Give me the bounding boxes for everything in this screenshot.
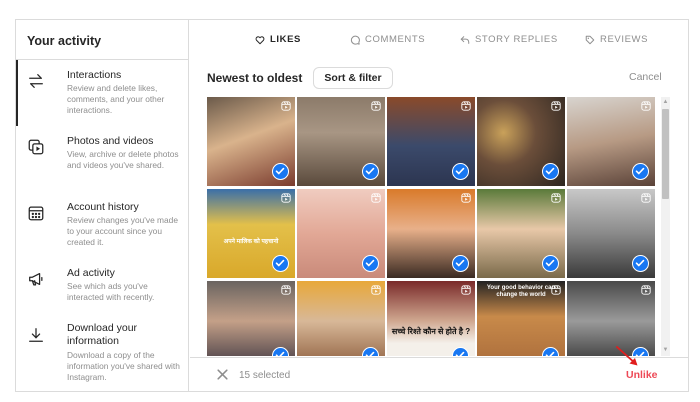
sidebar-item-label: Ad activity [67,267,115,279]
liked-post-tile[interactable] [567,189,655,278]
selected-check-icon[interactable] [362,255,379,272]
reel-icon [461,101,471,111]
sidebar-item-photos-videos[interactable]: Photos and videos View, archive or delet… [16,126,189,190]
sidebar-item-label: Photos and videos [67,135,154,147]
scroll-down-arrow-icon[interactable]: ▼ [662,347,669,354]
selected-check-icon[interactable] [452,255,469,272]
post-caption: सच्चे रिश्ते कौन से होते है ? [391,327,471,336]
reel-icon [551,193,561,203]
reel-icon [641,101,651,111]
liked-post-tile[interactable] [297,281,385,356]
selected-check-icon[interactable] [272,347,289,356]
sort-filter-button[interactable]: Sort & filter [313,67,393,89]
tab-story-replies[interactable]: STORY REPLIES [460,34,558,45]
sidebar-item-description: View, archive or delete photos and video… [67,149,179,170]
interactions-icon [27,72,45,90]
liked-post-tile[interactable]: Your good behavior can change the world [477,281,565,356]
sidebar: Your activity Interactions Review and de… [16,20,189,391]
liked-post-tile[interactable] [567,97,655,186]
reel-icon [281,193,291,203]
tab-label: REVIEWS [600,34,649,45]
tab-likes[interactable]: LIKES [255,34,301,45]
unlike-button[interactable]: Unlike [626,369,658,381]
sidebar-item-ad-activity[interactable]: Ad activity See which ads you've interac… [16,258,189,322]
selected-check-icon[interactable] [362,163,379,180]
sidebar-item-label: Account history [67,201,139,213]
selected-check-icon[interactable] [362,347,379,356]
selected-check-icon[interactable] [452,163,469,180]
megaphone-icon [27,270,45,288]
reel-icon [461,193,471,203]
annotation-arrow-icon [616,346,638,366]
reel-icon [281,101,291,111]
close-icon[interactable] [216,368,229,381]
download-icon [27,326,45,344]
tab-bar: LIKES COMMENTS STORY REPLIES REVIEWS [190,20,688,60]
liked-post-tile[interactable]: अपने मालिक को पहचानो [207,189,295,278]
liked-post-tile[interactable] [297,189,385,278]
activity-window: Your activity Interactions Review and de… [15,19,689,392]
sidebar-item-label: Download your information [67,322,138,347]
tab-reviews[interactable]: REVIEWS [585,34,648,45]
sidebar-item-label: Interactions [67,69,122,81]
liked-post-tile[interactable] [477,97,565,186]
selected-check-icon[interactable] [272,255,289,272]
scroll-thumb[interactable] [662,109,669,199]
reel-icon [371,285,381,295]
liked-posts-grid: अपने मालिक को पहचानो सच्चे रिश्ते कौन से … [207,97,656,356]
selected-check-icon[interactable] [542,163,559,180]
liked-post-tile[interactable] [207,281,295,356]
liked-post-tile[interactable] [297,97,385,186]
post-caption: अपने मालिक को पहचानो [223,239,279,245]
reel-icon [641,285,651,295]
sidebar-item-account-history[interactable]: Account history Review changes you've ma… [16,192,189,256]
scroll-up-arrow-icon[interactable]: ▲ [662,99,669,106]
selected-check-icon[interactable] [452,347,469,356]
reply-icon [460,35,470,45]
calendar-icon [27,204,45,222]
sidebar-item-description: See which ads you've interacted with rec… [67,281,155,302]
liked-post-tile[interactable] [207,97,295,186]
sidebar-item-description: Download a copy of the information you'v… [67,350,180,382]
scrollbar[interactable]: ▲ ▼ [661,97,670,356]
selected-check-icon[interactable] [632,255,649,272]
reel-icon [371,101,381,111]
selected-check-icon[interactable] [542,347,559,356]
liked-post-tile[interactable] [387,189,475,278]
tab-label: STORY REPLIES [475,34,558,45]
heart-icon [255,35,265,45]
tag-icon [585,35,595,45]
reel-icon [551,101,561,111]
selected-check-icon[interactable] [542,255,559,272]
sidebar-item-interactions[interactable]: Interactions Review and delete likes, co… [16,60,189,126]
sidebar-item-description: Review changes you've made to your accou… [67,215,179,247]
reel-icon [281,285,291,295]
cancel-button[interactable]: Cancel [629,71,662,83]
comment-icon [350,35,360,45]
main-panel: LIKES COMMENTS STORY REPLIES REVIEWS New… [190,20,688,391]
reel-icon [371,193,381,203]
sort-order-label: Newest to oldest [207,71,303,85]
photos-icon [27,138,45,156]
reel-icon [461,285,471,295]
selected-check-icon[interactable] [272,163,289,180]
selected-count: 15 selected [239,370,291,381]
tab-comments[interactable]: COMMENTS [350,34,425,45]
selected-check-icon[interactable] [632,163,649,180]
sidebar-item-description: Review and delete likes, comments, and y… [67,83,165,115]
sidebar-title: Your activity [27,34,102,48]
liked-post-tile[interactable]: सच्चे रिश्ते कौन से होते है ? [387,281,475,356]
liked-post-tile[interactable] [477,189,565,278]
tab-label: COMMENTS [365,34,426,45]
reel-icon [641,193,651,203]
liked-post-tile[interactable] [387,97,475,186]
sidebar-item-download[interactable]: Download your information Download a cop… [16,320,189,384]
post-caption: Your good behavior can change the world [486,285,556,298]
tab-label: LIKES [270,34,301,45]
